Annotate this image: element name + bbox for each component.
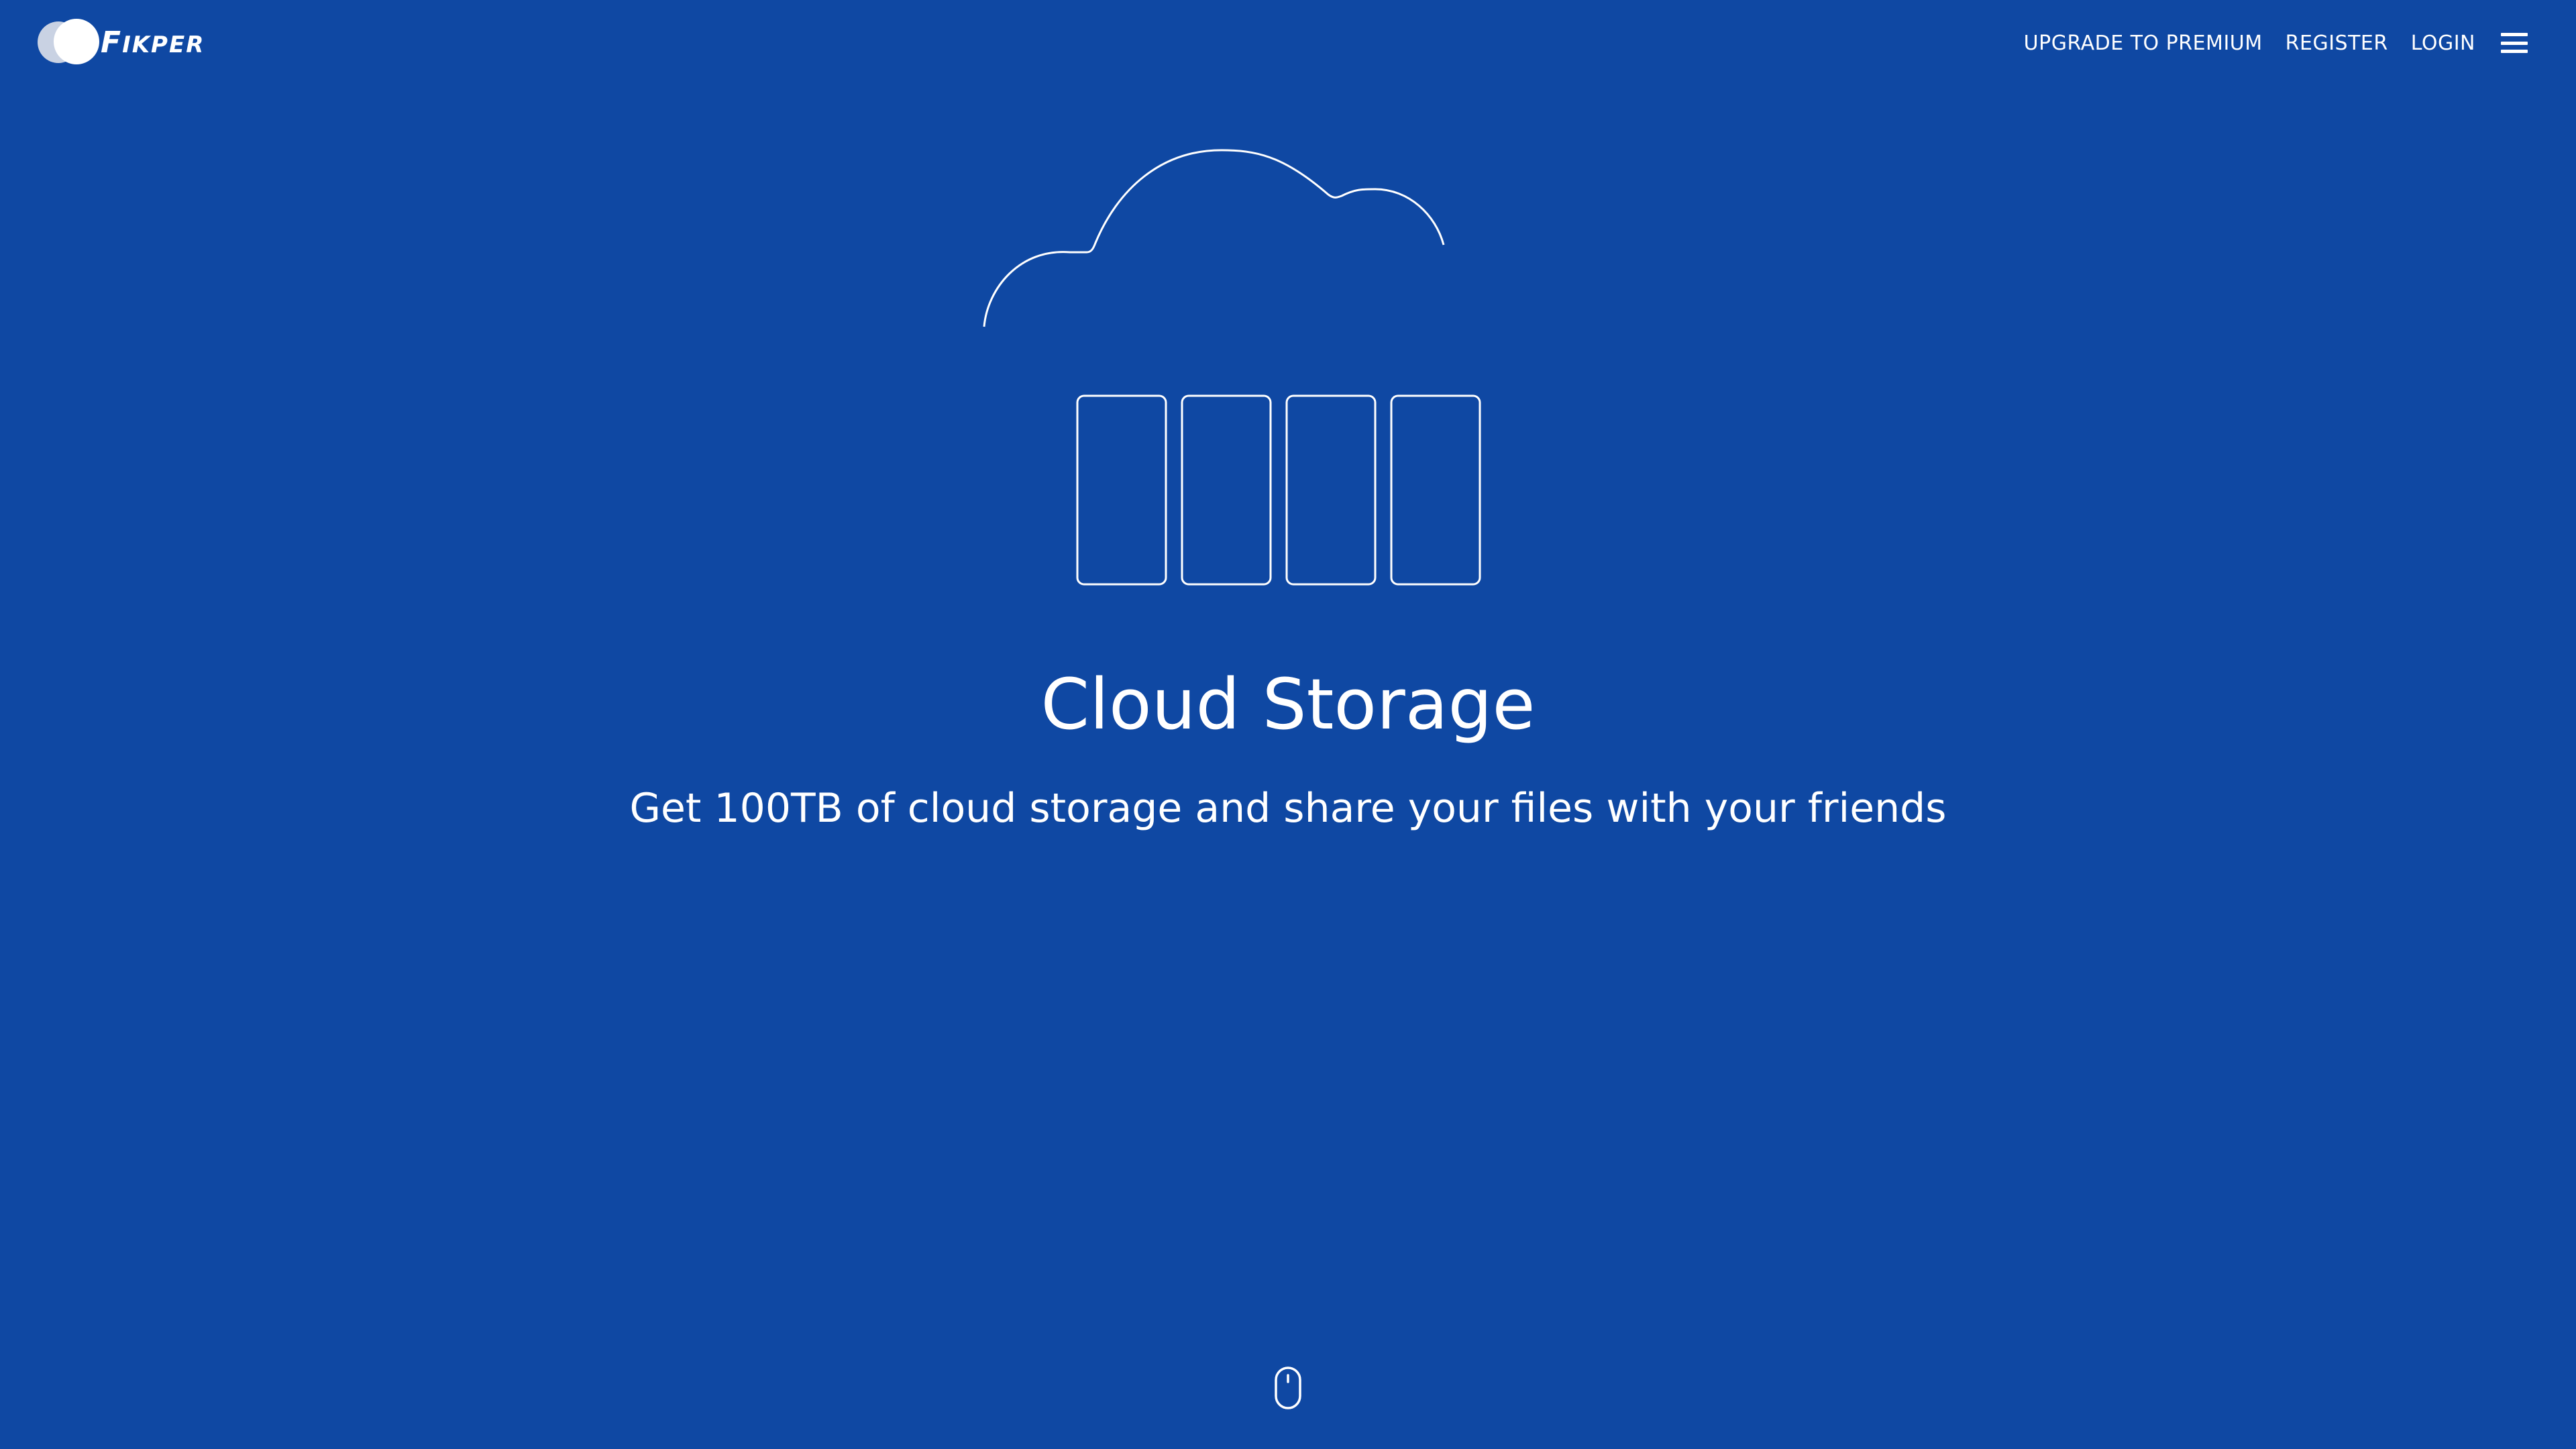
hamburger-menu-icon[interactable] [2501,33,2528,53]
fikper-logo[interactable]: FIKPER [38,19,205,66]
hero-title: Cloud Storage [1040,663,1536,745]
login-link[interactable]: LOGIN [2411,32,2475,55]
storage-unit-3 [1285,394,1377,586]
landing-page: FIKPER UPGRADE TO PREMIUM REGISTER LOGIN… [0,0,2576,1449]
top-header: FIKPER UPGRADE TO PREMIUM REGISTER LOGIN [0,0,2576,86]
logo-circles-icon [38,19,99,66]
register-link[interactable]: REGISTER [2286,32,2388,55]
hero-subtitle: Get 100TB of cloud storage and share you… [629,785,1947,832]
mouse-scroll-icon[interactable] [1274,1366,1302,1410]
upgrade-to-premium-link[interactable]: UPGRADE TO PREMIUM [2024,32,2263,55]
storage-unit-2 [1181,394,1272,586]
storage-unit-4 [1390,394,1481,586]
logo-wordmark: FIKPER [101,25,205,60]
storage-unit-1 [1076,394,1167,586]
cloud-storage-icon [983,149,1481,586]
top-nav: UPGRADE TO PREMIUM REGISTER LOGIN [2024,27,2528,59]
